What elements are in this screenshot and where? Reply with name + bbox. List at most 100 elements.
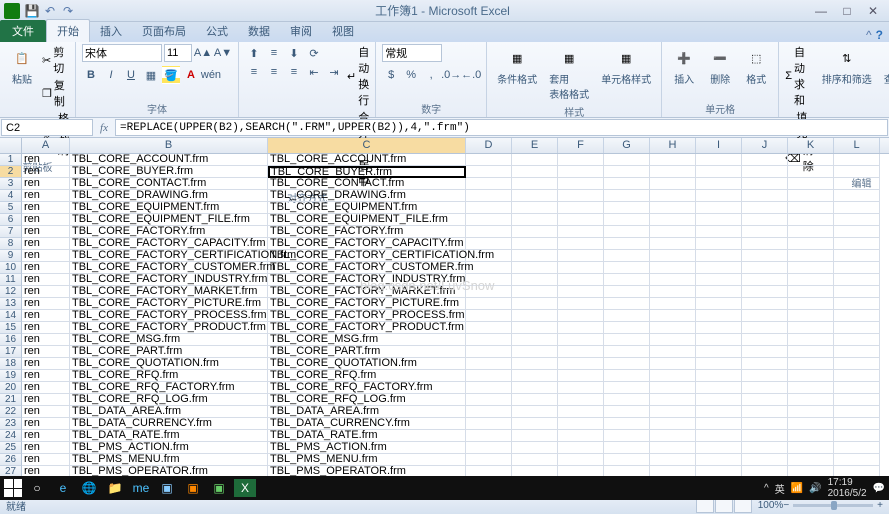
cell[interactable] (604, 346, 650, 358)
app-icon-4[interactable]: ▣ (208, 479, 230, 497)
percent-icon[interactable]: % (402, 66, 420, 84)
network-icon[interactable]: 📶 (791, 483, 803, 494)
border-button[interactable]: ▦ (142, 66, 160, 84)
cell[interactable] (604, 370, 650, 382)
start-button[interactable] (4, 479, 22, 497)
column-header[interactable]: I (696, 138, 742, 153)
cell[interactable] (788, 430, 834, 442)
cell[interactable] (650, 346, 696, 358)
cell[interactable] (558, 226, 604, 238)
cell[interactable] (558, 262, 604, 274)
cell[interactable] (788, 286, 834, 298)
cell[interactable] (650, 430, 696, 442)
zoom-out-button[interactable]: − (783, 500, 789, 511)
cell[interactable] (650, 286, 696, 298)
cell[interactable] (834, 262, 880, 274)
cell[interactable] (512, 394, 558, 406)
cell[interactable] (742, 394, 788, 406)
cell[interactable] (742, 418, 788, 430)
cell[interactable] (558, 202, 604, 214)
italic-button[interactable]: I (102, 66, 120, 84)
maximize-button[interactable]: □ (835, 3, 859, 19)
cell[interactable] (604, 310, 650, 322)
cell[interactable] (512, 214, 558, 226)
tab-formulas[interactable]: 公式 (196, 20, 238, 42)
cell[interactable] (742, 178, 788, 190)
cell[interactable] (650, 154, 696, 166)
cell[interactable] (742, 298, 788, 310)
cell[interactable] (696, 382, 742, 394)
cell[interactable] (742, 238, 788, 250)
zoom-slider[interactable] (793, 504, 873, 507)
cell[interactable] (834, 454, 880, 466)
cell[interactable] (834, 286, 880, 298)
cell[interactable] (466, 334, 512, 346)
wrap-text-button[interactable]: ↵自动换行 (347, 44, 369, 108)
cell[interactable] (696, 442, 742, 454)
clock[interactable]: 17:192016/5/2 (828, 477, 867, 499)
cell[interactable] (696, 298, 742, 310)
cell[interactable] (558, 154, 604, 166)
decrease-font-icon[interactable]: A▼ (214, 44, 232, 62)
row-header[interactable]: 22 (0, 406, 22, 418)
cell[interactable] (466, 442, 512, 454)
cell[interactable] (466, 310, 512, 322)
cell[interactable] (466, 274, 512, 286)
cell[interactable] (512, 442, 558, 454)
cell[interactable] (742, 214, 788, 226)
cell[interactable] (466, 226, 512, 238)
cell[interactable] (558, 442, 604, 454)
cell[interactable] (604, 202, 650, 214)
cell[interactable] (604, 178, 650, 190)
cell[interactable]: TBL_CORE_BUYER.frm (268, 166, 466, 178)
cell[interactable] (788, 322, 834, 334)
cell[interactable] (696, 310, 742, 322)
cell[interactable] (742, 154, 788, 166)
cell[interactable] (604, 166, 650, 178)
align-left-icon[interactable]: ≡ (245, 63, 263, 81)
column-header[interactable]: E (512, 138, 558, 153)
decrease-decimal-icon[interactable]: ←.0 (462, 66, 480, 84)
tab-home[interactable]: 开始 (46, 19, 90, 42)
cell[interactable] (834, 202, 880, 214)
cell[interactable] (512, 358, 558, 370)
underline-button[interactable]: U (122, 66, 140, 84)
cell[interactable] (788, 382, 834, 394)
cell[interactable] (466, 322, 512, 334)
app-icon-2[interactable]: ▣ (156, 479, 178, 497)
cell[interactable] (558, 406, 604, 418)
cell[interactable] (558, 370, 604, 382)
minimize-button[interactable]: — (809, 3, 833, 19)
cell[interactable] (788, 166, 834, 178)
decrease-indent-icon[interactable]: ⇤ (305, 63, 323, 81)
row-header[interactable]: 7 (0, 226, 22, 238)
cell[interactable] (558, 166, 604, 178)
cell[interactable] (558, 274, 604, 286)
cell[interactable] (512, 178, 558, 190)
cell[interactable] (558, 238, 604, 250)
fx-icon[interactable]: fx (94, 118, 114, 137)
cell[interactable] (512, 226, 558, 238)
cell[interactable] (742, 430, 788, 442)
row-header[interactable]: 23 (0, 418, 22, 430)
cell[interactable] (604, 358, 650, 370)
cut-button[interactable]: ✂剪切 (42, 44, 69, 76)
cell[interactable] (466, 154, 512, 166)
cell[interactable] (650, 442, 696, 454)
cell[interactable] (466, 298, 512, 310)
bold-button[interactable]: B (82, 66, 100, 84)
cell[interactable] (512, 406, 558, 418)
cell[interactable] (742, 358, 788, 370)
cell[interactable] (696, 430, 742, 442)
cell[interactable] (604, 394, 650, 406)
row-header[interactable]: 5 (0, 202, 22, 214)
tab-insert[interactable]: 插入 (90, 20, 132, 42)
row-header[interactable]: 21 (0, 394, 22, 406)
cell[interactable] (650, 262, 696, 274)
row-header[interactable]: 16 (0, 334, 22, 346)
minimize-ribbon-icon[interactable]: ^ (866, 28, 872, 42)
cell[interactable] (788, 442, 834, 454)
insert-cells-button[interactable]: ➕插入 (668, 44, 700, 88)
cell[interactable] (604, 250, 650, 262)
row-header[interactable]: 13 (0, 298, 22, 310)
